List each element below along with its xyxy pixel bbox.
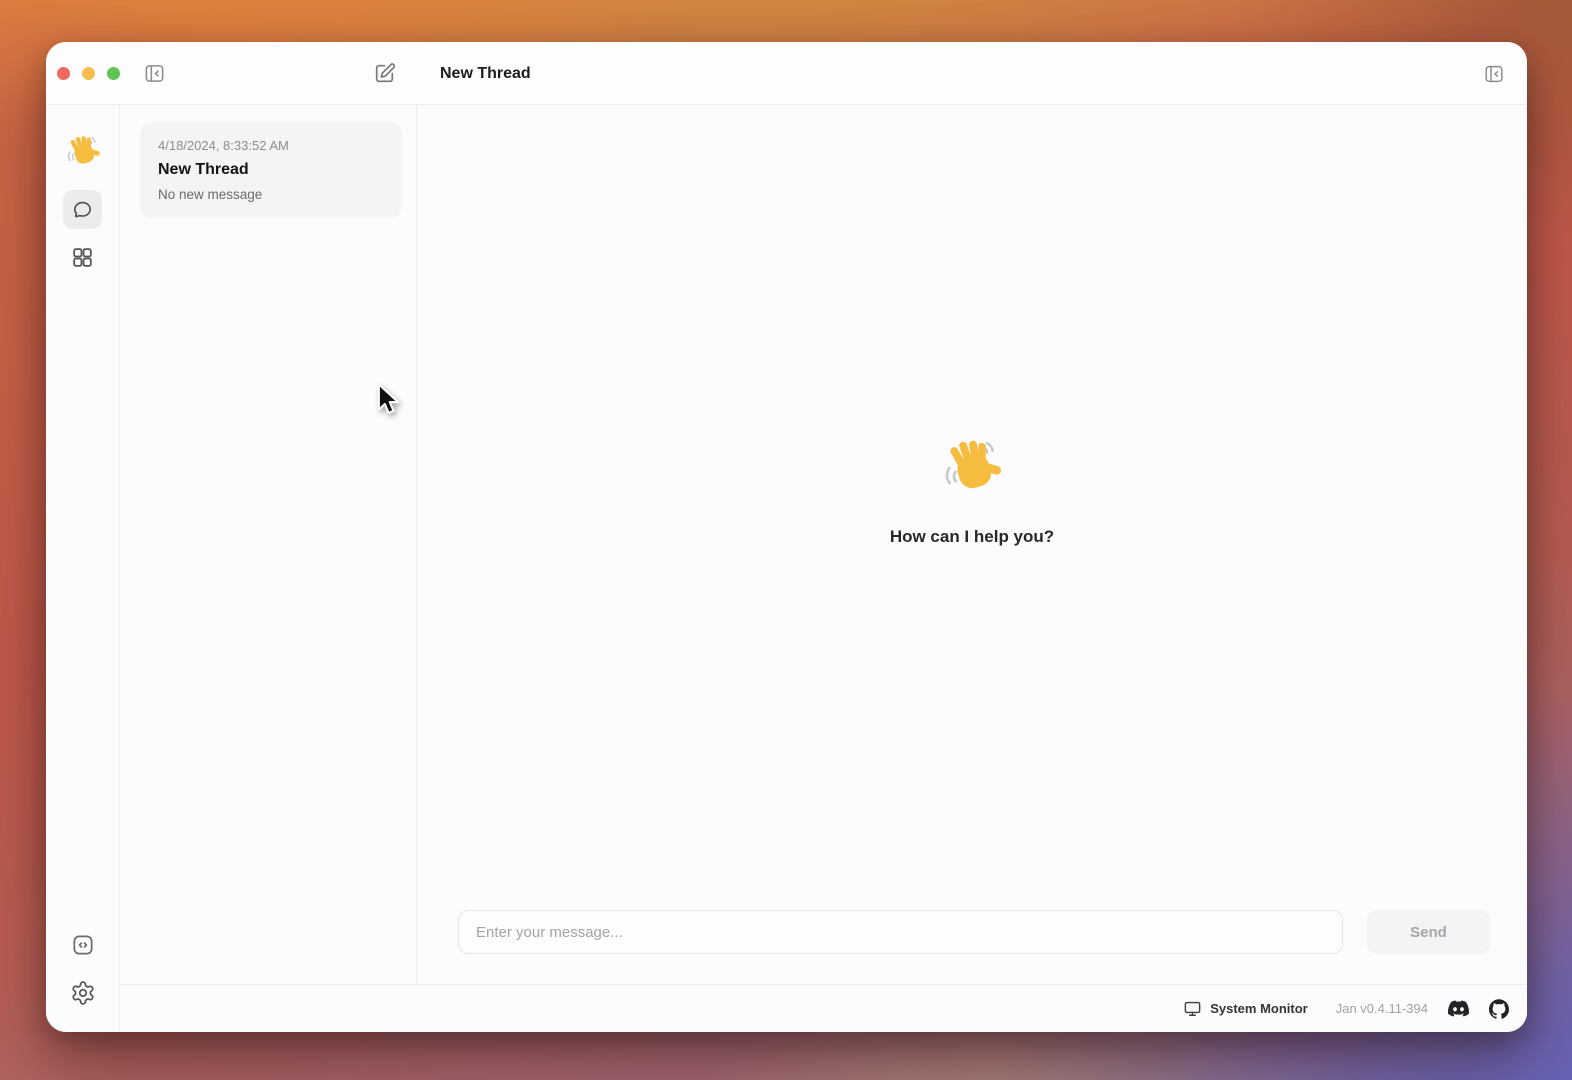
compose-icon [372, 61, 397, 86]
system-monitor-label: System Monitor [1210, 1001, 1308, 1016]
new-thread-button[interactable] [370, 59, 398, 87]
discord-link[interactable] [1448, 998, 1469, 1019]
sidebar-item-local-api-server[interactable] [63, 925, 102, 964]
chat-bubble-icon [71, 198, 94, 221]
zoom-button[interactable] [107, 67, 120, 80]
thread-title: New Thread [158, 161, 384, 179]
jan-app-window: New Thread [46, 42, 1527, 1032]
sidebar-item-settings[interactable] [63, 973, 102, 1012]
wave-emoji [939, 435, 1005, 501]
page-title: New Thread [440, 42, 531, 105]
monitor-icon [1183, 999, 1202, 1018]
traffic-lights [57, 42, 120, 105]
jan-wave-logo [64, 133, 102, 171]
empty-state: How can I help you? [417, 435, 1527, 547]
panel-left-icon [143, 62, 166, 85]
app-grid-icon [70, 245, 95, 270]
code-square-icon [70, 932, 96, 958]
app-ribbon [46, 105, 120, 1032]
toggle-left-panel-button[interactable] [140, 59, 168, 87]
greeting-text: How can I help you? [890, 527, 1054, 547]
close-button[interactable] [57, 67, 70, 80]
sidebar-item-hub[interactable] [63, 238, 102, 277]
settings-gear-icon [70, 980, 96, 1006]
thread-list-panel: 4/18/2024, 8:33:52 AM New Thread No new … [120, 105, 417, 984]
sidebar-item-threads[interactable] [63, 190, 102, 229]
github-link[interactable] [1489, 999, 1509, 1019]
chat-main-panel: How can I help you? Send [417, 105, 1527, 984]
discord-icon [1448, 998, 1469, 1019]
minimize-button[interactable] [82, 67, 95, 80]
toggle-right-panel-button[interactable] [1481, 61, 1507, 87]
message-composer: Send [458, 910, 1490, 954]
thread-list-item[interactable]: 4/18/2024, 8:33:52 AM New Thread No new … [140, 122, 402, 218]
status-bar: System Monitor Jan v0.4.11-394 [120, 984, 1527, 1032]
thread-timestamp: 4/18/2024, 8:33:52 AM [158, 138, 384, 153]
message-input[interactable] [458, 910, 1343, 954]
panel-right-icon [1483, 63, 1505, 85]
titlebar: New Thread [46, 42, 1527, 105]
thread-subtitle: No new message [158, 187, 384, 202]
version-label: Jan v0.4.11-394 [1336, 1001, 1428, 1016]
github-icon [1489, 999, 1509, 1019]
system-monitor-button[interactable]: System Monitor [1183, 999, 1308, 1018]
send-button[interactable]: Send [1367, 910, 1490, 954]
